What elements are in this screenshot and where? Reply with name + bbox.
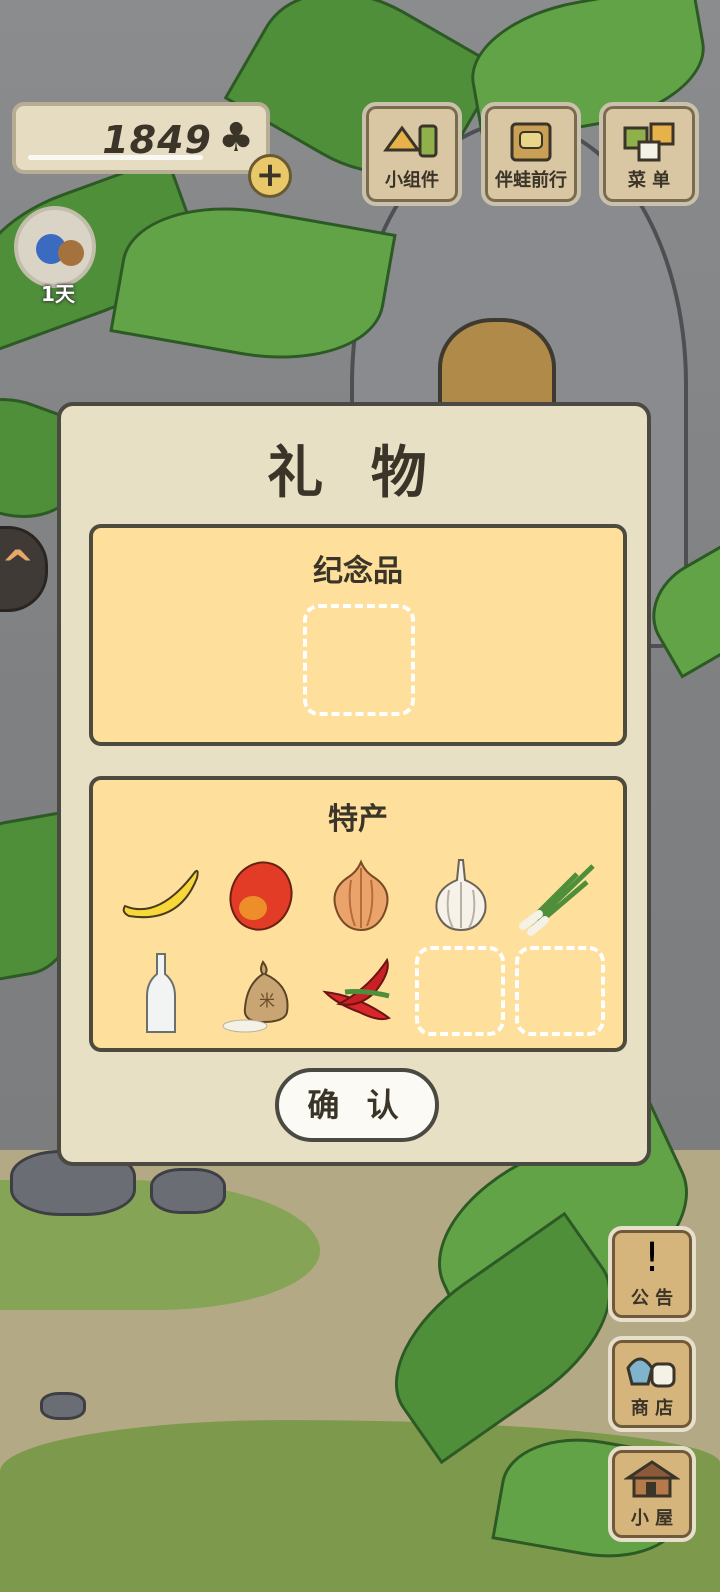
chevron-up-icon: ^ [1, 543, 35, 589]
day-counter: 1天 [41, 282, 75, 306]
specialty-title: 特产 [328, 802, 388, 837]
onion-item[interactable] [319, 854, 403, 938]
notice-label: 公 告 [630, 1288, 674, 1309]
bottle-icon [146, 953, 176, 1033]
avatar[interactable] [14, 206, 96, 288]
rice-bag-icon: 米 [222, 960, 289, 1033]
widgets-button[interactable]: 小组件 [362, 102, 462, 206]
souvenir-panel: 纪念品 [89, 524, 627, 746]
garlic-icon [435, 859, 487, 932]
gift-dialog: 礼 物 纪念品 特产 米 确 认 [57, 402, 651, 1166]
clover-counter: 1849 ♣ [12, 102, 270, 174]
onion-icon [333, 859, 389, 932]
house-button[interactable]: 小 屋 [608, 1446, 696, 1542]
widgets-icon [382, 120, 442, 171]
menu-button[interactable]: 菜 单 [599, 102, 699, 206]
chili-icon [322, 957, 392, 1021]
specialty-slot-empty[interactable] [515, 946, 605, 1036]
garlic-item[interactable] [419, 854, 503, 938]
menu-label: 菜 单 [627, 170, 671, 191]
notice-button[interactable]: ! 公 告 [608, 1226, 696, 1322]
green-onion-item[interactable] [517, 854, 601, 938]
stone [150, 1168, 226, 1214]
specialty-slot-empty[interactable] [415, 946, 505, 1036]
souvenir-title: 纪念品 [313, 554, 403, 589]
stone [40, 1392, 86, 1420]
shop-label: 商 店 [630, 1398, 674, 1419]
shop-button[interactable]: 商 店 [608, 1336, 696, 1432]
clover-icon: ♣ [218, 115, 254, 161]
confirm-button[interactable]: 确 认 [275, 1068, 439, 1142]
friend-icon [58, 240, 84, 266]
exclamation-icon: ! [643, 1235, 661, 1281]
widgets-label: 小组件 [385, 170, 439, 191]
menu-icon [621, 120, 677, 171]
shop-bags-icon [612, 1348, 692, 1395]
rice-bag-item[interactable]: 米 [219, 952, 303, 1036]
house-label: 小 屋 [630, 1508, 674, 1529]
dialog-title: 礼 物 [267, 441, 441, 506]
companion-button[interactable]: 伴蛙前行 [481, 102, 581, 206]
chili-item[interactable] [319, 952, 403, 1036]
house-icon [612, 1458, 692, 1505]
souvenir-slot-empty[interactable] [303, 604, 415, 716]
banana-item[interactable] [119, 854, 203, 938]
rice-bag-text: 米 [259, 991, 275, 1010]
mango-icon [229, 861, 293, 931]
add-clover-button[interactable]: + [248, 154, 292, 198]
clover-bar [28, 155, 203, 160]
companion-icon [506, 120, 556, 171]
specialty-panel: 特产 米 [89, 776, 627, 1052]
green-onion-icon [519, 864, 595, 936]
mango-item[interactable] [219, 854, 303, 938]
companion-label: 伴蛙前行 [495, 170, 567, 191]
banana-icon [122, 869, 199, 919]
bottle-item[interactable] [119, 952, 203, 1036]
